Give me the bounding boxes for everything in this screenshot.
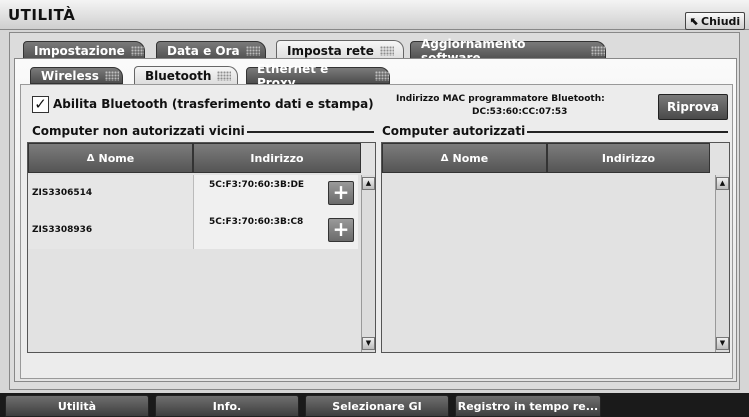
grip-icon xyxy=(375,70,389,81)
section-divider xyxy=(520,131,728,133)
scroll-up-icon[interactable]: ▲ xyxy=(716,177,729,190)
grip-icon xyxy=(104,70,119,81)
close-button-label: Chiudi xyxy=(701,14,741,28)
column-header-address[interactable]: Indirizzo xyxy=(193,143,361,173)
scroll-up-icon[interactable]: ▲ xyxy=(362,177,375,190)
subtab-label: Bluetooth xyxy=(145,69,212,83)
tab-label: Imposta rete xyxy=(287,44,374,58)
nav-info-button[interactable]: Info. xyxy=(155,395,299,417)
grip-icon xyxy=(217,71,232,81)
tab-label: Data e Ora xyxy=(167,44,240,58)
device-address: 5C:F3:70:60:3B:DE xyxy=(209,180,305,190)
scroll-down-icon[interactable]: ▼ xyxy=(716,337,729,350)
authorized-title: Computer autorizzati xyxy=(382,124,528,138)
subtab-ethernet-proxy[interactable]: Ethernet e Proxy xyxy=(246,62,390,90)
column-header-label: Indirizzo xyxy=(250,151,304,165)
device-name: ZIS3306514 xyxy=(32,188,93,198)
device-address: 5C:F3:70:60:3B:C8 xyxy=(209,217,304,227)
retry-button[interactable]: Riprova xyxy=(658,94,728,120)
enable-bluetooth-checkbox[interactable]: ✓ xyxy=(32,96,49,113)
add-device-button[interactable]: + xyxy=(328,218,354,242)
nav-utilita-button[interactable]: Utilità xyxy=(5,395,149,417)
add-device-button[interactable]: + xyxy=(328,181,354,205)
sort-icon: Δ xyxy=(440,152,449,164)
section-divider xyxy=(234,131,374,133)
grip-icon xyxy=(591,46,605,56)
mac-address-label: Indirizzo MAC programmatore Bluetooth: xyxy=(396,94,605,104)
scrollbar[interactable]: ▲ ▼ xyxy=(715,175,729,352)
nav-select-gi-button[interactable]: Selezionare GI xyxy=(305,395,449,417)
column-header-label: Nome xyxy=(452,151,489,165)
grip-icon xyxy=(245,46,260,56)
column-header-address[interactable]: Indirizzo xyxy=(547,143,710,173)
tab-label: Impostazione xyxy=(34,44,125,58)
subtab-wireless[interactable]: Wireless xyxy=(30,67,123,84)
nav-realtime-log-button[interactable]: Registro in tempo re... xyxy=(455,395,601,417)
subtab-label: Wireless xyxy=(41,68,99,83)
mac-address-value: DC:53:60:CC:07:53 xyxy=(472,107,568,117)
table-row[interactable]: ZIS3308936 5C:F3:70:60:3B:C8 + xyxy=(28,212,361,249)
plus-icon: + xyxy=(332,180,350,204)
scroll-down-icon[interactable]: ▼ xyxy=(362,337,375,350)
plus-icon: + xyxy=(332,217,350,241)
unauthorized-table: Δ Nome Indirizzo ZIS3306514 5C:F3:70:60:… xyxy=(27,142,376,353)
scrollbar[interactable]: ▲ ▼ xyxy=(361,175,375,352)
column-header-name[interactable]: Δ Nome xyxy=(382,143,547,173)
close-arrow-icon: ⬉ xyxy=(689,14,700,28)
column-header-label: Indirizzo xyxy=(601,151,656,165)
enable-bluetooth-label: Abilita Bluetooth (trasferimento dati e … xyxy=(53,97,374,111)
window-title: UTILITÀ xyxy=(8,6,76,24)
close-button[interactable]: ⬉ Chiudi xyxy=(685,12,745,30)
column-header-label: Nome xyxy=(98,151,135,165)
title-bar: UTILITÀ ⬉ Chiudi xyxy=(0,0,749,30)
authorized-table: Δ Nome Indirizzo ▲ ▼ xyxy=(381,142,730,353)
table-row[interactable]: ZIS3306514 5C:F3:70:60:3B:DE + xyxy=(28,175,361,212)
sort-icon: Δ xyxy=(86,152,95,164)
subtab-bluetooth[interactable]: Bluetooth xyxy=(134,66,238,85)
unauthorized-title: Computer non autorizzati vicini xyxy=(32,124,247,138)
column-header-name[interactable]: Δ Nome xyxy=(28,143,193,173)
grip-icon xyxy=(130,46,144,56)
device-name: ZIS3308936 xyxy=(32,225,93,235)
grip-icon xyxy=(379,46,394,56)
